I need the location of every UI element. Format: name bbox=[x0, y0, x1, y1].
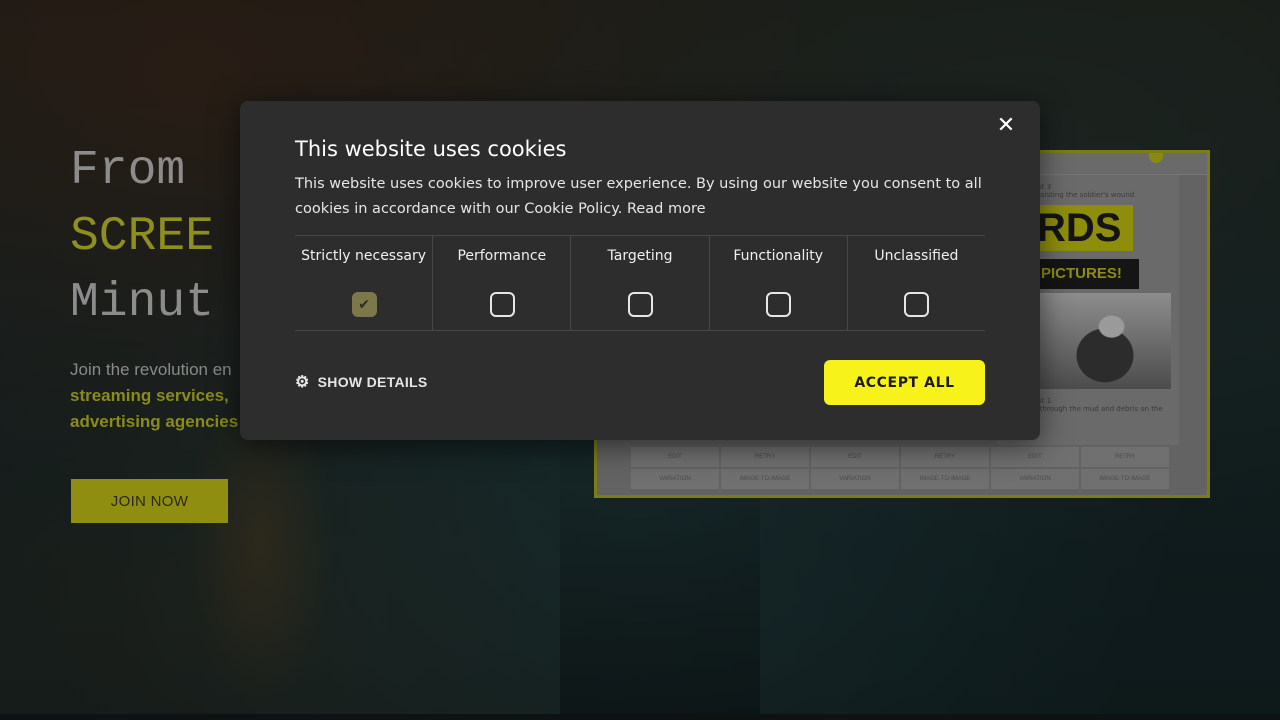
gear-icon: ⚙ bbox=[295, 374, 310, 391]
preview-button: IMAGE-TO-IMAGE bbox=[901, 469, 989, 489]
join-now-button[interactable]: JOIN NOW bbox=[71, 479, 228, 523]
preview-button: IMAGE-TO-IMAGE bbox=[1081, 469, 1169, 489]
preview-button: EDIT bbox=[811, 447, 899, 467]
hero-description-text: Join the revolution en bbox=[70, 360, 232, 379]
hero-title-line-1: From bbox=[70, 144, 186, 198]
read-more-link[interactable]: Read more bbox=[627, 201, 706, 217]
preview-button: VARIATION bbox=[631, 469, 719, 489]
category-label: Strictly necessary bbox=[301, 248, 427, 264]
cookie-modal-title: This website uses cookies bbox=[295, 137, 567, 161]
category-unclassified: Unclassified bbox=[846, 236, 985, 330]
category-label: Functionality bbox=[733, 248, 824, 264]
functionality-checkbox[interactable] bbox=[766, 292, 792, 317]
category-label: Performance bbox=[457, 248, 547, 264]
preview-caption-top: hot 3 assisting the soldier's wound bbox=[1033, 183, 1134, 199]
cookie-consent-modal: ✕ This website uses cookies This website… bbox=[240, 101, 1040, 440]
bottom-edge bbox=[0, 714, 1280, 720]
preview-button: VARIATION bbox=[991, 469, 1079, 489]
category-label: Unclassified bbox=[874, 248, 959, 264]
preview-sub-word: PICTURES! bbox=[1037, 259, 1139, 289]
preview-button: EDIT bbox=[631, 447, 719, 467]
preview-caption-bottom: hot 1 g through the mud and debris on th… bbox=[1033, 397, 1163, 413]
hero-title-line-2: SCREE bbox=[70, 210, 215, 264]
cookie-modal-text: This website uses cookies to improve use… bbox=[295, 172, 985, 222]
category-functionality: Functionality bbox=[708, 236, 847, 330]
hero-title-line-3: Minut bbox=[70, 276, 215, 330]
preview-button: RETRY bbox=[721, 447, 809, 467]
show-details-button[interactable]: ⚙ SHOW DETAILS bbox=[295, 372, 428, 392]
preview-button: RETRY bbox=[1081, 447, 1169, 467]
show-details-label: SHOW DETAILS bbox=[317, 374, 428, 390]
preview-caption-bottom-detail: g through the mud and debris on the bbox=[1033, 405, 1163, 413]
targeting-checkbox[interactable] bbox=[628, 292, 653, 317]
preview-button: VARIATION bbox=[811, 469, 899, 489]
preview-button: EDIT bbox=[991, 447, 1079, 467]
performance-checkbox[interactable] bbox=[489, 292, 515, 317]
accept-all-button[interactable]: ACCEPT ALL bbox=[824, 360, 985, 405]
category-label: Targeting bbox=[607, 248, 673, 264]
preview-button: RETRY bbox=[901, 447, 989, 467]
category-targeting: Targeting bbox=[570, 236, 708, 330]
preview-button: IMAGE-TO-IMAGE bbox=[721, 469, 809, 489]
category-strictly-necessary: Strictly necessary ✔ bbox=[295, 236, 432, 330]
preview-avatar-icon bbox=[1149, 153, 1163, 163]
category-performance: Performance bbox=[432, 236, 570, 330]
preview-caption-top-detail: assisting the soldier's wound bbox=[1033, 191, 1135, 199]
close-icon[interactable]: ✕ bbox=[992, 111, 1020, 139]
hero-title: From SCREE Minut bbox=[70, 138, 214, 336]
preview-photo bbox=[1039, 293, 1171, 389]
strictly-necessary-checkbox[interactable]: ✔ bbox=[351, 292, 377, 317]
cookie-category-list: Strictly necessary ✔ Performance Targeti… bbox=[295, 235, 985, 331]
check-icon: ✔ bbox=[358, 297, 370, 313]
unclassified-checkbox[interactable] bbox=[904, 292, 930, 317]
preview-big-word: RDS bbox=[1037, 205, 1133, 251]
preview-button-grid: EDIT RETRY EDIT RETRY EDIT RETRY VARIATI… bbox=[631, 447, 1169, 489]
